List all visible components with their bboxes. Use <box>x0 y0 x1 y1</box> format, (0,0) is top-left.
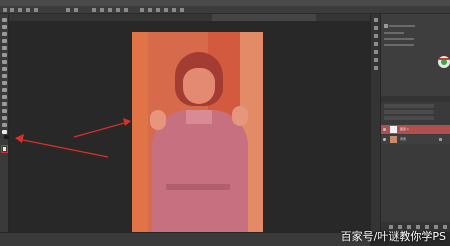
status-bar <box>0 232 370 246</box>
link-icon[interactable] <box>389 225 393 229</box>
adjustment-layer-icon[interactable] <box>416 225 420 229</box>
arrow-to-quick-mask <box>15 134 109 158</box>
panel-dock <box>370 14 380 232</box>
eye-icon[interactable] <box>383 138 386 141</box>
arrow-to-canvas <box>73 118 131 138</box>
lock-controls[interactable] <box>384 116 434 120</box>
properties-row <box>384 32 404 34</box>
layer-thumbnail <box>390 126 397 133</box>
badge-icon <box>438 56 450 68</box>
layer-row-layer-1[interactable]: 图层 1 <box>381 125 450 134</box>
layer-filter[interactable] <box>384 104 434 108</box>
properties-row <box>384 44 414 46</box>
paragraph-panel-icon[interactable] <box>374 66 378 70</box>
watermark-text: 百家号/叶谜教你学PS <box>340 230 446 243</box>
new-layer-icon[interactable] <box>434 225 438 229</box>
adjustments-panel-icon[interactable] <box>374 34 378 38</box>
lock-icon <box>439 138 442 141</box>
fx-icon[interactable] <box>398 225 402 229</box>
swatches-panel-icon[interactable] <box>374 42 378 46</box>
blend-mode-select[interactable] <box>384 110 434 114</box>
layers-panel-tabs <box>381 96 450 102</box>
layer-row-background[interactable]: 背景 <box>381 135 450 144</box>
layer-name: 图层 1 <box>400 127 409 131</box>
layers-panel: 图层 1 背景 <box>380 96 450 232</box>
character-panel-icon[interactable] <box>374 58 378 62</box>
pixel-layer-icon <box>384 24 388 28</box>
trash-icon[interactable] <box>443 225 447 229</box>
eye-icon[interactable] <box>383 128 386 131</box>
add-mask-icon[interactable] <box>407 225 411 229</box>
folder-icon[interactable] <box>425 225 429 229</box>
history-panel-icon[interactable] <box>374 18 378 22</box>
properties-row <box>389 25 415 27</box>
properties-panel-icon[interactable] <box>374 26 378 30</box>
properties-row <box>384 38 414 40</box>
layer-thumbnail <box>390 136 397 143</box>
brush-panel-icon[interactable] <box>374 50 378 54</box>
layer-name: 背景 <box>400 137 407 141</box>
